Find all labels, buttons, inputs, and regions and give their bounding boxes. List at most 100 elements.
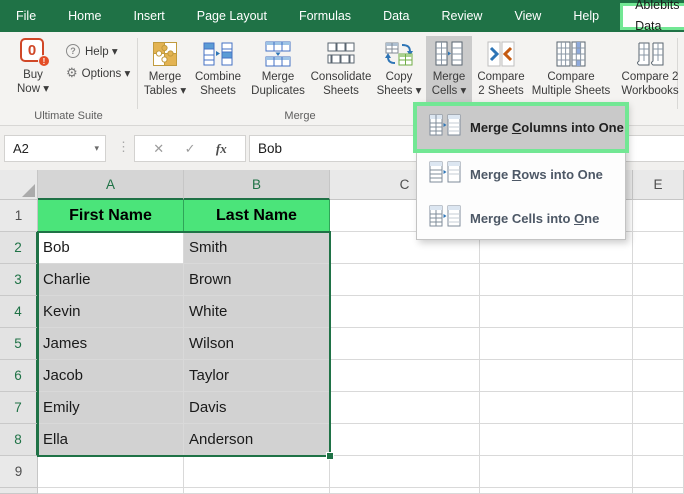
drag-dots-icon[interactable]: ⋮ (117, 139, 129, 155)
cell[interactable] (330, 360, 480, 392)
tab-review[interactable]: Review (425, 0, 498, 32)
cell[interactable] (633, 360, 684, 392)
cell[interactable] (480, 392, 633, 424)
tab-data[interactable]: Data (367, 0, 425, 32)
cell-a3[interactable]: Charlie (38, 264, 184, 296)
cell-a7[interactable]: Emily (38, 392, 184, 424)
cell[interactable] (330, 424, 480, 456)
cell[interactable] (480, 328, 633, 360)
cell-a1[interactable]: First Name (38, 200, 184, 232)
tab-file[interactable]: File (0, 0, 52, 32)
cell[interactable] (480, 488, 633, 494)
cell[interactable] (633, 424, 684, 456)
cell[interactable] (633, 232, 684, 264)
merge-tables-button[interactable]: Merge Tables ▾ (140, 36, 190, 104)
cell-b6[interactable]: Taylor (184, 360, 330, 392)
row-header-9[interactable]: 9 (0, 456, 38, 488)
compare-2-sheets-icon (487, 38, 515, 70)
cell[interactable] (633, 328, 684, 360)
row-header-1[interactable]: 1 (0, 200, 38, 232)
combine-sheets-icon (203, 38, 233, 70)
cell[interactable] (480, 456, 633, 488)
copy-sheets-button[interactable]: Copy Sheets ▾ (372, 36, 426, 104)
row-header-4[interactable]: 4 (0, 296, 38, 328)
row-header-6[interactable]: 6 (0, 360, 38, 392)
tab-home[interactable]: Home (52, 0, 117, 32)
cell-b5[interactable]: Wilson (184, 328, 330, 360)
cell-b1[interactable]: Last Name (184, 200, 330, 232)
cell[interactable] (184, 488, 330, 494)
compare-2-sheets-button[interactable]: Compare 2 Sheets (472, 36, 530, 104)
cell-b7[interactable]: Davis (184, 392, 330, 424)
menu-item-merge-columns-into-one[interactable]: Merge Columns into One (413, 102, 629, 153)
group-label-merge: Merge (140, 110, 460, 122)
cell[interactable] (330, 392, 480, 424)
cell[interactable] (480, 264, 633, 296)
copy-sheets-icon (384, 38, 414, 70)
row-header-5[interactable]: 5 (0, 328, 38, 360)
cell[interactable] (330, 296, 480, 328)
enter-icon[interactable]: ✓ (185, 141, 196, 157)
cell[interactable] (184, 456, 330, 488)
cell[interactable] (330, 328, 480, 360)
tab-help[interactable]: Help (557, 0, 615, 32)
row-header-10-partial[interactable] (0, 488, 38, 494)
cell-b3[interactable]: Brown (184, 264, 330, 296)
cell[interactable] (633, 456, 684, 488)
combine-sheets-button[interactable]: Combine Sheets (190, 36, 246, 104)
cell-b8[interactable]: Anderson (184, 424, 330, 456)
consolidate-sheets-button[interactable]: Consolidate Sheets (310, 36, 372, 104)
cell[interactable] (633, 264, 684, 296)
help-button[interactable]: ? Help ▾ (66, 40, 130, 62)
merge-columns-icon (429, 114, 461, 141)
cell[interactable] (633, 392, 684, 424)
cell[interactable] (330, 264, 480, 296)
tab-page-layout[interactable]: Page Layout (181, 0, 283, 32)
cell[interactable] (480, 424, 633, 456)
tab-ablebits-data[interactable]: Ablebits Data (620, 3, 684, 30)
cell-b2[interactable]: Smith (184, 232, 330, 264)
cell-a6[interactable]: Jacob (38, 360, 184, 392)
cell[interactable] (38, 456, 184, 488)
select-all-triangle-icon (22, 184, 35, 197)
cell[interactable] (330, 488, 480, 494)
compare-2-workbooks-button[interactable]: Compare 2 Workbooks (612, 36, 684, 104)
cell-a8[interactable]: Ella (38, 424, 184, 456)
column-header-a[interactable]: A (38, 170, 184, 200)
cell[interactable] (480, 360, 633, 392)
cancel-icon[interactable]: ✕ (153, 141, 164, 157)
cell[interactable] (330, 456, 480, 488)
row-header-2[interactable]: 2 (0, 232, 38, 264)
cell[interactable] (633, 488, 684, 494)
column-header-b[interactable]: B (184, 170, 330, 200)
cell[interactable] (38, 488, 184, 494)
tab-insert[interactable]: Insert (118, 0, 181, 32)
merge-cells-button[interactable]: Merge Cells ▾ (426, 36, 472, 104)
cell-a4[interactable]: Kevin (38, 296, 184, 328)
menu-item-merge-cells-into-one[interactable]: Merge Cells into One (417, 196, 625, 240)
column-header-e[interactable]: E (633, 170, 684, 200)
cell-b4[interactable]: White (184, 296, 330, 328)
chevron-down-icon[interactable]: ▾ (94, 143, 99, 154)
row-header-3[interactable]: 3 (0, 264, 38, 296)
menu-item-merge-rows-into-one[interactable]: Merge Rows into One (417, 152, 625, 196)
merge-duplicates-button[interactable]: Merge Duplicates (246, 36, 310, 104)
merge-cells-icon (435, 38, 463, 70)
options-button[interactable]: ⚙ Options ▾ (66, 62, 130, 84)
tab-view[interactable]: View (498, 0, 557, 32)
tab-formulas[interactable]: Formulas (283, 0, 367, 32)
cell[interactable] (480, 296, 633, 328)
fill-handle[interactable] (326, 452, 334, 460)
compare-multiple-sheets-button[interactable]: Compare Multiple Sheets (530, 36, 612, 104)
row-header-8[interactable]: 8 (0, 424, 38, 456)
compare-2-workbooks-icon (635, 38, 665, 70)
insert-function-icon[interactable]: fx (216, 141, 227, 157)
cell[interactable] (633, 296, 684, 328)
cell[interactable] (633, 200, 684, 232)
name-box[interactable]: A2 ▾ (4, 135, 106, 162)
row-header-7[interactable]: 7 (0, 392, 38, 424)
select-all-button[interactable] (0, 170, 38, 200)
cell-a5[interactable]: James (38, 328, 184, 360)
cell-a2-active[interactable]: Bob (38, 232, 184, 264)
merge-rows-icon (429, 161, 461, 188)
